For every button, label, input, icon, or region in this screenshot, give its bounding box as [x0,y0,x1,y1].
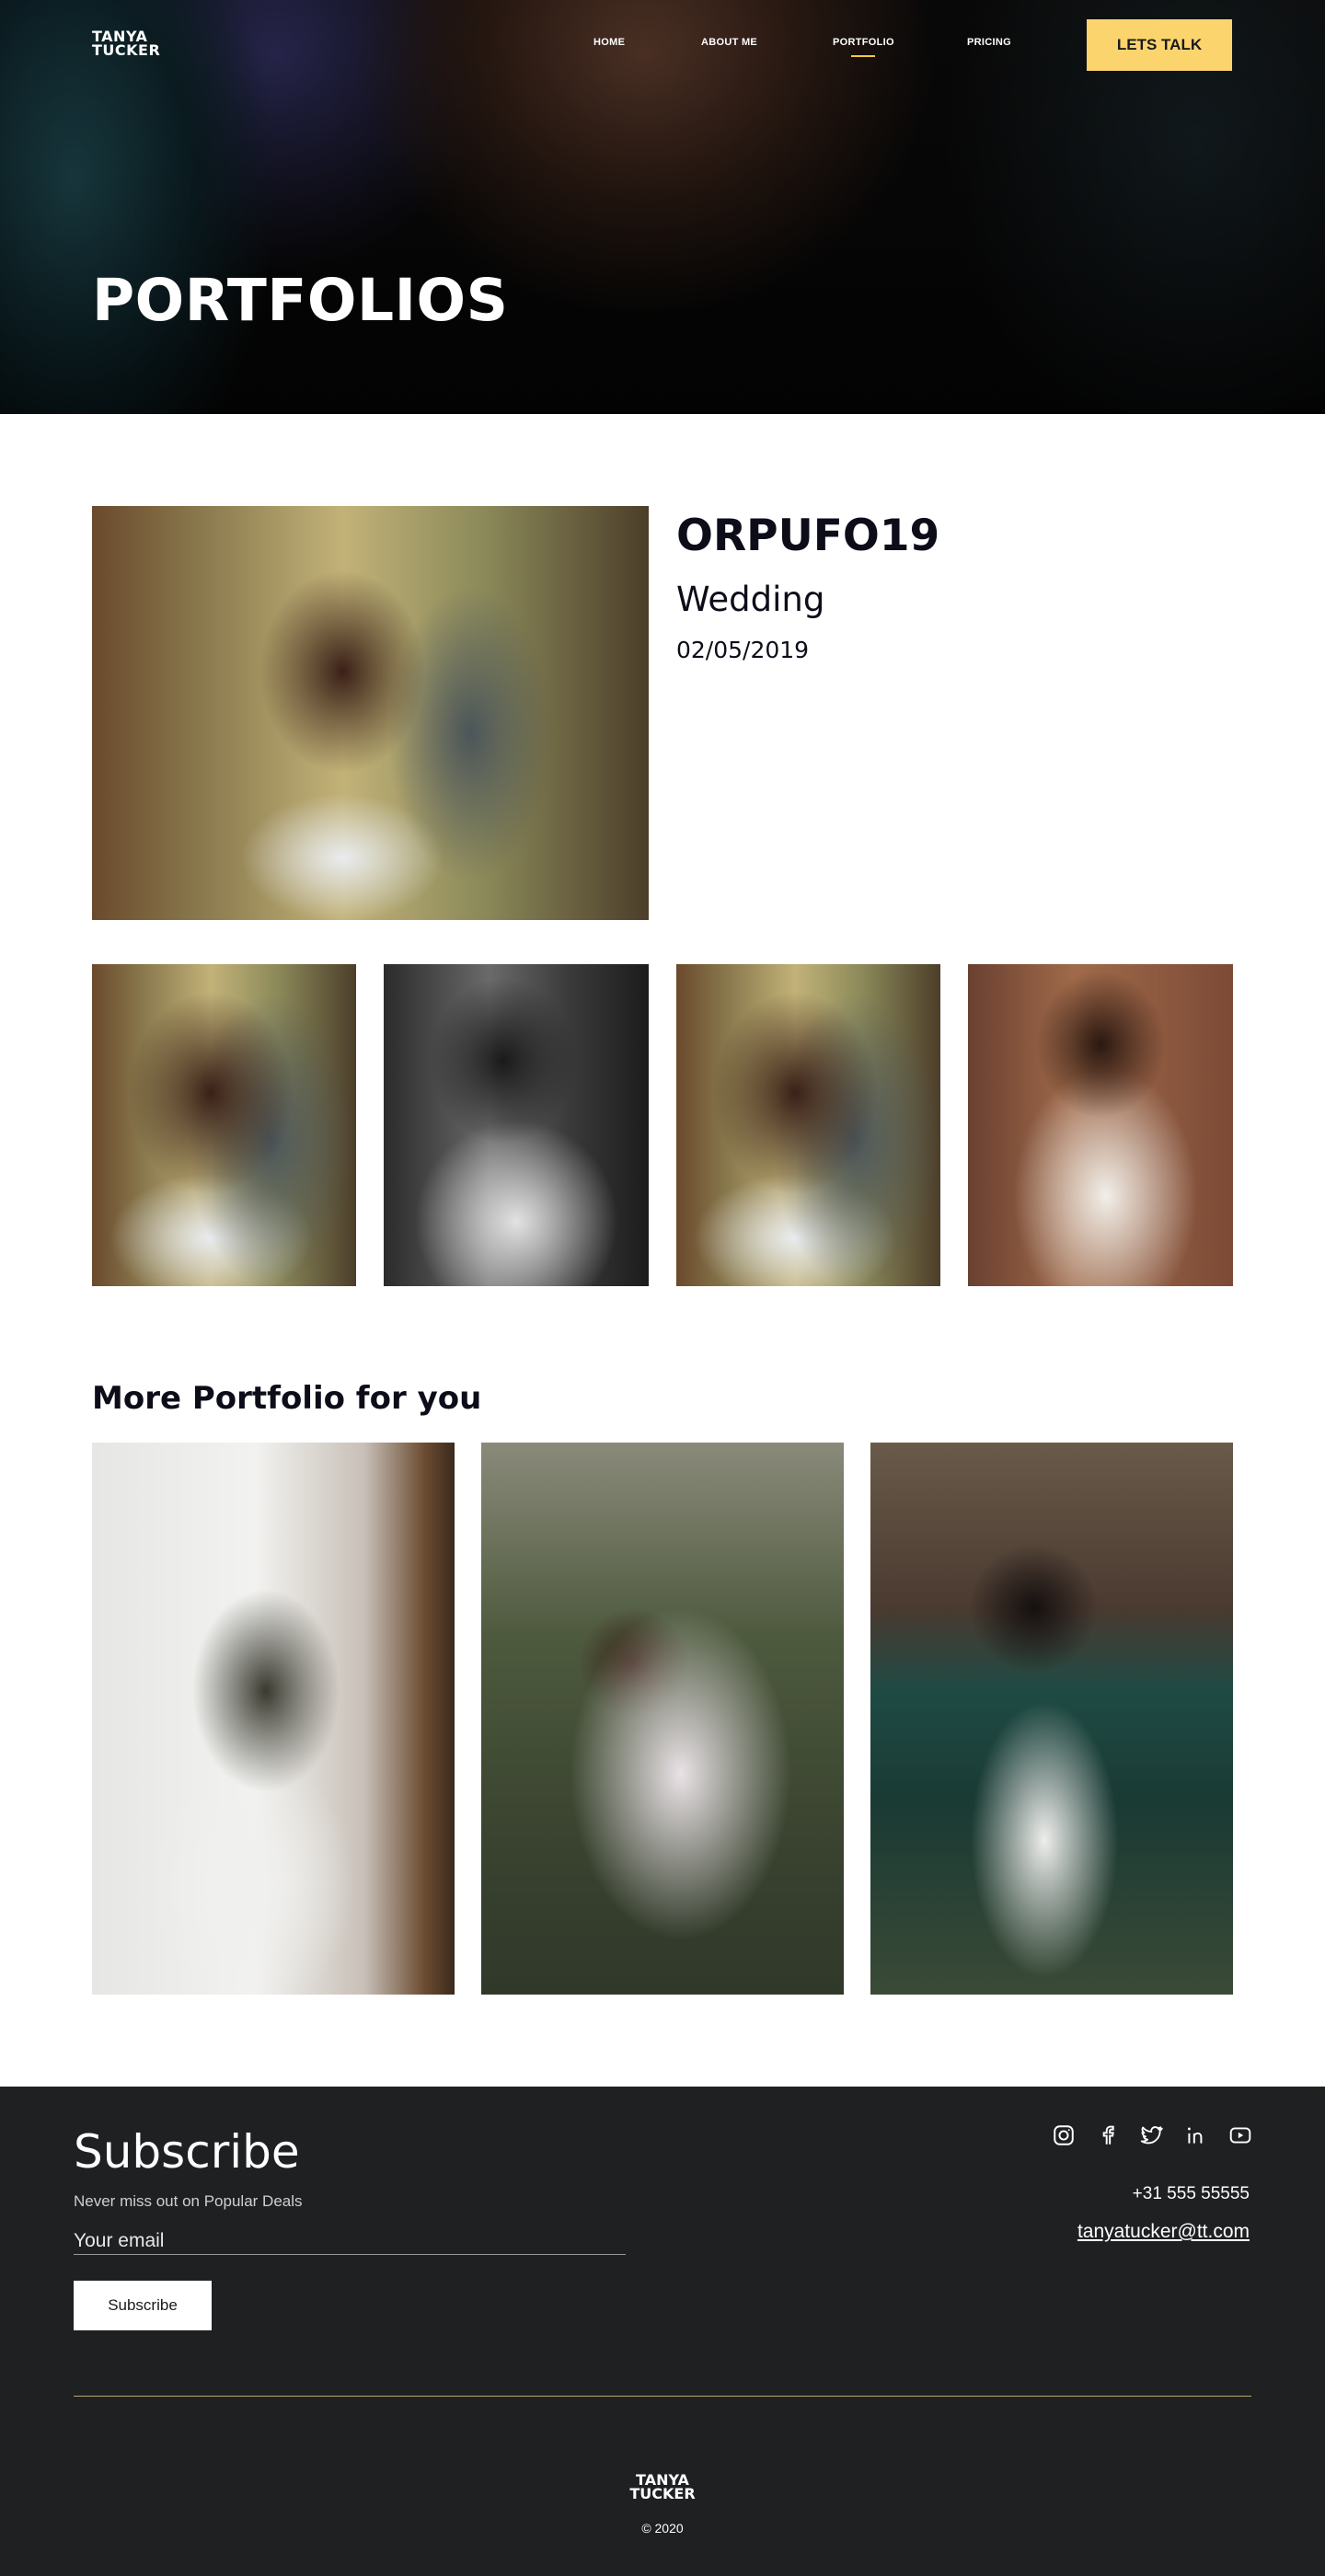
portfolio-code: ORPUFO19 [676,511,940,561]
more-portfolio-heading: More Portfolio for you [92,1380,482,1417]
nav-portfolio[interactable]: PORTFOLIO [833,37,894,48]
footer-divider [74,2396,1251,2397]
contact-phone[interactable]: +31 555 55555 [1133,2184,1250,2204]
contact-email-link[interactable]: tanyatucker@tt.com [1077,2221,1250,2243]
nav-about-me[interactable]: ABOUT ME [701,37,757,48]
featured-photo[interactable] [92,506,649,920]
footer-logo[interactable]: TANYA TUCKER [0,2473,1325,2501]
lets-talk-button[interactable]: LETS TALK [1087,19,1232,71]
nav-home[interactable]: HOME [593,37,625,48]
gallery-thumbnail-4[interactable] [968,964,1233,1286]
facebook-icon[interactable] [1096,2123,1120,2147]
portfolio-date: 02/05/2019 [676,637,810,663]
hero-banner: TANYA TUCKER HOME ABOUT ME PORTFOLIO PRI… [0,0,1325,414]
copyright: © 2020 [641,2521,684,2536]
portfolio-type: Wedding [676,580,825,619]
twitter-icon[interactable] [1139,2123,1163,2147]
subscribe-description: Never miss out on Popular Deals [74,2192,303,2210]
site-footer: Subscribe Never miss out on Popular Deal… [0,2087,1325,2576]
subscribe-title: Subscribe [74,2125,300,2179]
gallery-thumbnail-1[interactable] [92,964,356,1286]
portfolio-card-1[interactable] [92,1443,455,1995]
portfolio-card-2[interactable] [481,1443,844,1995]
linkedin-icon[interactable] [1184,2123,1208,2147]
instagram-icon[interactable] [1052,2123,1076,2147]
youtube-icon[interactable] [1228,2123,1252,2147]
page-title: PORTFOLIOS [92,267,509,334]
nav-pricing[interactable]: PRICING [967,37,1011,48]
gallery-thumbnail-3[interactable] [676,964,940,1286]
footer-logo-line-2: TUCKER [629,2485,696,2502]
gallery-thumbnail-2[interactable] [384,964,649,1286]
portfolio-card-3[interactable] [870,1443,1233,1995]
subscribe-button[interactable]: Subscribe [74,2281,212,2330]
email-field[interactable] [74,2227,626,2255]
